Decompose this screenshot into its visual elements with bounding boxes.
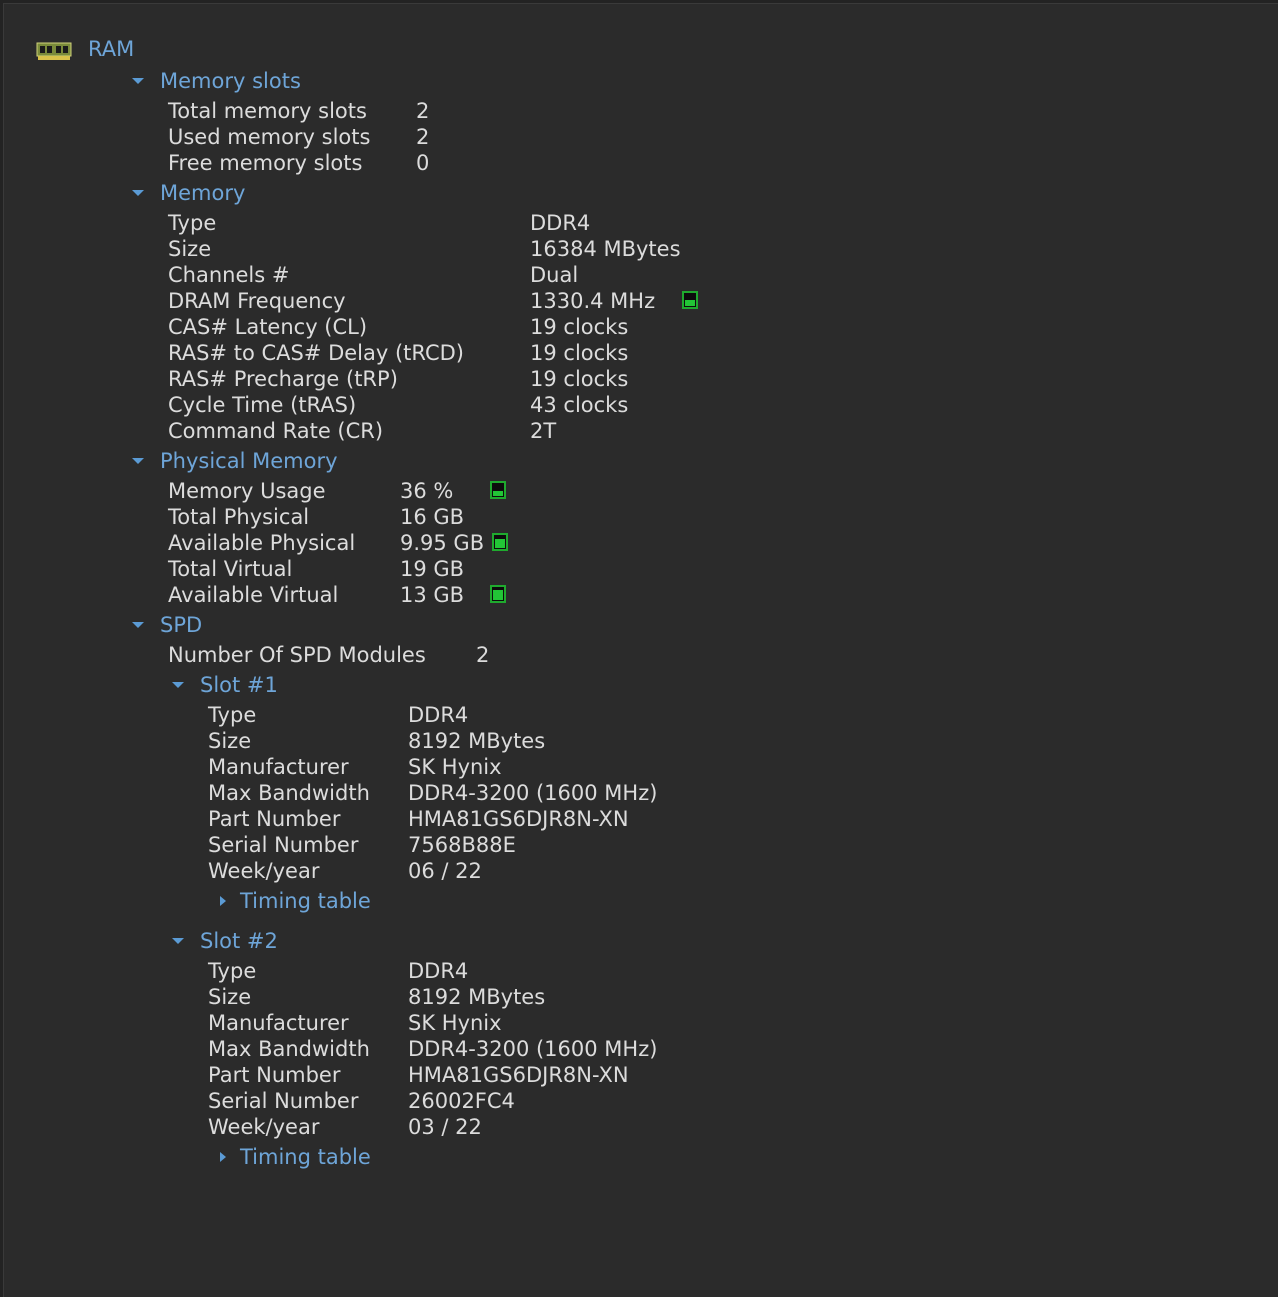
meter-fill	[493, 490, 503, 496]
row-label: Available Physical	[168, 531, 356, 555]
row-value: HMA81GS6DJR8N-XN	[408, 1063, 629, 1087]
row-value: 7568B88E	[408, 833, 516, 857]
memory-usage-meter	[490, 481, 506, 499]
row-label: Free memory slots	[168, 151, 363, 175]
row-value: 19 clocks	[530, 341, 629, 365]
ram-title-label: RAM	[88, 37, 135, 61]
collapse-arrow-icon[interactable]	[172, 938, 184, 944]
row-label: Number Of SPD Modules	[168, 643, 426, 667]
meter-fill	[493, 590, 503, 600]
collapse-arrow-icon[interactable]	[132, 78, 144, 84]
row-value: 9.95 GB	[400, 531, 485, 555]
row-value: 16 GB	[400, 505, 465, 529]
section-slot-2[interactable]: Slot #2	[172, 928, 278, 954]
section-memory-slots-title: Memory slots	[160, 69, 301, 93]
row-value: 2	[476, 643, 490, 667]
section-spd-title: SPD	[160, 613, 203, 637]
row-label: Type	[208, 959, 257, 983]
row-value: DDR4	[408, 703, 469, 727]
row-label: Serial Number	[208, 1089, 359, 1113]
row-label: Max Bandwidth	[208, 781, 370, 805]
row-label: Size	[208, 729, 252, 753]
row-value: DDR4	[530, 211, 591, 235]
meter-fill	[495, 539, 505, 548]
section-spd[interactable]: SPD	[132, 612, 203, 638]
section-memory-slots[interactable]: Memory slots	[132, 68, 301, 94]
row-value: SK Hynix	[408, 1011, 502, 1035]
row-label: Cycle Time (tRAS)	[168, 393, 357, 417]
section-slot-2-title: Slot #2	[200, 929, 278, 953]
row-value: HMA81GS6DJR8N-XN	[408, 807, 629, 831]
row-value: 2	[416, 99, 430, 123]
row-label: Type	[208, 703, 257, 727]
row-value: 19 GB	[400, 557, 465, 581]
row-value: 8192 MBytes	[408, 985, 546, 1009]
row-label: RAS# Precharge (tRP)	[168, 367, 398, 391]
section-physical-memory-title: Physical Memory	[160, 449, 338, 473]
row-label: Max Bandwidth	[208, 1037, 370, 1061]
row-value: 8192 MBytes	[408, 729, 546, 753]
row-label: CAS# Latency (CL)	[168, 315, 368, 339]
timing-table-slot-1[interactable]: Timing table	[220, 888, 371, 914]
expand-arrow-icon[interactable]	[220, 1152, 226, 1162]
row-label: Available Virtual	[168, 583, 339, 607]
row-label: RAS# to CAS# Delay (tRCD)	[168, 341, 464, 365]
row-label: Size	[168, 237, 212, 261]
expand-arrow-icon[interactable]	[220, 896, 226, 906]
collapse-arrow-icon[interactable]	[132, 458, 144, 464]
row-label: Size	[208, 985, 252, 1009]
row-value: 36 %	[400, 479, 454, 503]
row-value: 43 clocks	[530, 393, 629, 417]
row-label: Total memory slots	[168, 99, 367, 123]
row-value: DDR4-3200 (1600 MHz)	[408, 1037, 658, 1061]
row-label: DRAM Frequency	[168, 289, 346, 313]
row-value: 2T	[530, 419, 557, 443]
row-value: 06 / 22	[408, 859, 482, 883]
section-slot-1-title: Slot #1	[200, 673, 278, 697]
row-label: Total Physical	[168, 505, 310, 529]
row-label: Week/year	[208, 859, 320, 883]
row-label: Part Number	[208, 1063, 341, 1087]
available-virtual-meter	[490, 585, 506, 603]
row-value: DDR4-3200 (1600 MHz)	[408, 781, 658, 805]
row-label: Channels #	[168, 263, 290, 287]
meter-fill	[685, 299, 695, 306]
row-value: 26002FC4	[408, 1089, 515, 1113]
row-value: DDR4	[408, 959, 469, 983]
row-value: 19 clocks	[530, 315, 629, 339]
ram-module-icon	[36, 42, 72, 60]
timing-table-label: Timing table	[240, 889, 371, 913]
row-label: Manufacturer	[208, 1011, 349, 1035]
row-value: 19 clocks	[530, 367, 629, 391]
section-physical-memory[interactable]: Physical Memory	[132, 448, 338, 474]
section-memory-title: Memory	[160, 181, 246, 205]
row-label: Total Virtual	[168, 557, 293, 581]
row-value: 13 GB	[400, 583, 465, 607]
row-label: Type	[168, 211, 217, 235]
frequency-meter	[682, 291, 698, 309]
available-physical-meter	[492, 533, 508, 551]
row-value: 03 / 22	[408, 1115, 482, 1139]
collapse-arrow-icon[interactable]	[132, 622, 144, 628]
row-label: Part Number	[208, 807, 341, 831]
row-label: Manufacturer	[208, 755, 349, 779]
row-label: Memory Usage	[168, 479, 326, 503]
row-label: Command Rate (CR)	[168, 419, 384, 443]
section-memory[interactable]: Memory	[132, 180, 246, 206]
row-value: SK Hynix	[408, 755, 502, 779]
timing-table-slot-2[interactable]: Timing table	[220, 1144, 371, 1170]
row-value: 16384 MBytes	[530, 237, 681, 261]
collapse-arrow-icon[interactable]	[132, 190, 144, 196]
row-value: Dual	[530, 263, 579, 287]
row-value: 2	[416, 125, 430, 149]
row-value: 0	[416, 151, 430, 175]
row-label: Week/year	[208, 1115, 320, 1139]
row-label: Used memory slots	[168, 125, 371, 149]
timing-table-label: Timing table	[240, 1145, 371, 1169]
row-label: Serial Number	[208, 833, 359, 857]
section-slot-1[interactable]: Slot #1	[172, 672, 278, 698]
row-value: 1330.4 MHz	[530, 289, 656, 313]
collapse-arrow-icon[interactable]	[172, 682, 184, 688]
ram-title[interactable]: RAM	[88, 36, 134, 62]
